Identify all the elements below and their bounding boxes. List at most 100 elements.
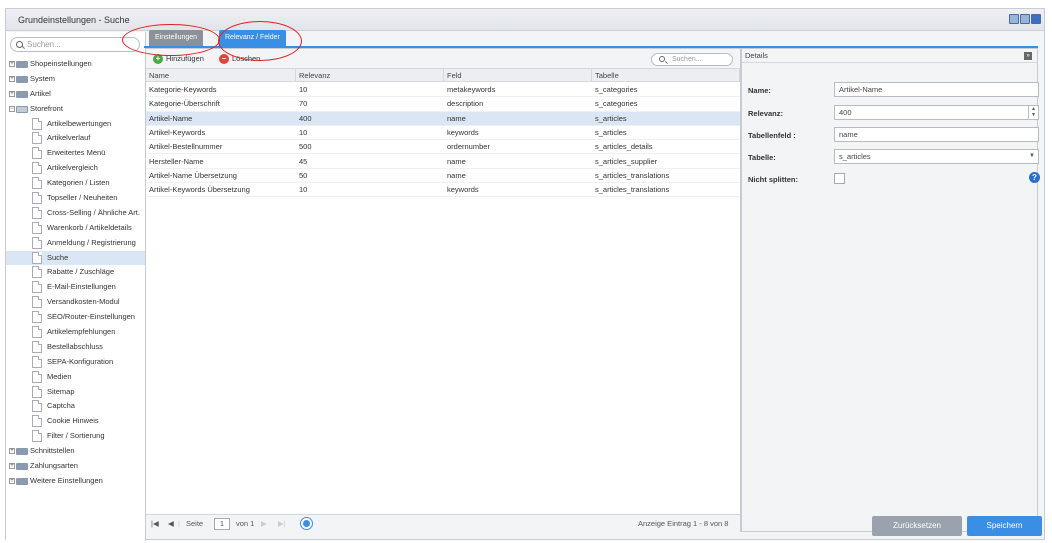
reset-button[interactable]: Zurücksetzen	[872, 516, 962, 536]
add-button[interactable]: + Hinzufügen	[152, 52, 204, 66]
table-row[interactable]: Artikel-Bestellnummer 500 ordernumber s_art…	[146, 140, 740, 155]
column-header-tabelle[interactable]: Tabelle	[592, 69, 740, 82]
help-icon[interactable]: ?	[1029, 172, 1040, 183]
sidebar-item[interactable]: Artikelempfehlungen	[6, 325, 145, 340]
maximize-icon[interactable]	[1020, 14, 1030, 24]
relevanz-label: Relevanz:	[748, 109, 784, 118]
document-icon	[32, 192, 42, 205]
cell-relevanz: 70	[299, 99, 308, 109]
sidebar-item[interactable]: Captcha	[6, 399, 145, 414]
page-label: Seite	[186, 519, 204, 528]
sidebar-item[interactable]: Bestellabschluss	[6, 340, 145, 355]
table-row[interactable]: Kategorie-Keywords 10 metakeywords s_catego…	[146, 83, 740, 98]
sidebar-item[interactable]: Artikelverlauf	[6, 131, 145, 146]
cell-relevanz: 10	[299, 127, 308, 137]
expand-toggle-icon[interactable]: +	[9, 448, 15, 455]
sidebar-item[interactable]: + Weitere Einstellungen	[6, 474, 145, 489]
tabelle-select[interactable]: s_articles ▼	[834, 149, 1039, 164]
sidebar-item[interactable]: SEPA-Konfiguration	[6, 355, 145, 370]
add-button-label: Hinzufügen	[166, 54, 204, 63]
table-row[interactable]: Artikel-Name Übersetzung 50 name s_articles…	[146, 169, 740, 184]
cell-tabelle: s_articles	[595, 127, 627, 137]
grid-toolbar: + Hinzufügen – Löschen Suchen...	[146, 49, 740, 69]
expand-toggle-icon[interactable]: +	[9, 463, 15, 470]
cell-tabelle: s_categories	[595, 85, 638, 94]
sidebar-item[interactable]: Kategorien / Listen	[6, 176, 145, 191]
sidebar-item[interactable]: Cookie Hinweis	[6, 414, 145, 429]
tab-einstellungen[interactable]: Einstellungen	[149, 30, 204, 46]
save-button[interactable]: Speichern	[967, 516, 1042, 536]
table-row[interactable]: Kategorie-Überschrift 70 description s_cate…	[146, 97, 740, 112]
folder-icon	[16, 75, 28, 83]
sidebar-item[interactable]: + Shopeinstellungen	[6, 57, 145, 72]
grid-search-input[interactable]: Suchen...	[651, 53, 733, 66]
sidebar-item[interactable]: Topseller / Neuheiten	[6, 191, 145, 206]
table-row[interactable]: Hersteller-Name 45 name s_articles_supplier	[146, 155, 740, 169]
cell-relevanz: 500	[299, 142, 312, 152]
relevanz-field[interactable]: 400 ▲ ▼	[834, 105, 1039, 120]
sidebar-item[interactable]: SEO/Router-Einstellungen	[6, 310, 145, 325]
next-page-icon[interactable]: ▶	[261, 515, 267, 532]
cell-relevanz: 45	[299, 156, 308, 166]
collapse-toggle-icon[interactable]: −	[9, 105, 15, 112]
sidebar: Suchen... + Shopeinstellungen + System + Arti…	[6, 32, 146, 541]
sidebar-item[interactable]: Artikelbewertungen	[6, 117, 145, 132]
document-icon	[32, 162, 42, 175]
name-field[interactable]: Artikel-Name	[834, 82, 1039, 97]
tabelle-value: s_articles	[839, 152, 871, 161]
tab-relevanz-felder[interactable]: Relevanz / Felder	[219, 30, 286, 46]
sidebar-item[interactable]: Medien	[6, 370, 145, 385]
table-row[interactable]: Artikel-Keywords 10 keywords s_articles	[146, 126, 740, 141]
tabellenfeld-field[interactable]: name	[834, 127, 1039, 142]
sidebar-item[interactable]: + System	[6, 72, 145, 87]
nicht-splitten-label: Nicht splitten:	[748, 175, 798, 184]
table-row[interactable]: Artikel-Name 400 name s_articles	[146, 111, 740, 126]
cell-name: Artikel-Name	[149, 113, 193, 123]
prev-page-icon[interactable]: ◀	[168, 515, 174, 532]
sidebar-item[interactable]: Warenkorb / Artikeldetails	[6, 221, 145, 236]
sidebar-item[interactable]: Erweitertes Menü	[6, 146, 145, 161]
expand-toggle-icon[interactable]: +	[9, 477, 15, 484]
sidebar-item[interactable]: Suche	[6, 250, 145, 266]
sidebar-item[interactable]: Rabatte / Zuschläge	[6, 265, 145, 280]
column-header-name[interactable]: Name	[146, 69, 296, 82]
delete-button[interactable]: – Löschen	[218, 52, 260, 66]
expand-toggle-icon[interactable]: +	[9, 75, 15, 82]
last-page-icon[interactable]: ▶|	[278, 515, 286, 532]
refresh-icon[interactable]	[301, 518, 312, 529]
expand-toggle-icon[interactable]: +	[9, 61, 15, 67]
sidebar-item[interactable]: Sitemap	[6, 385, 145, 400]
sidebar-item-label: Warenkorb / Artikeldetails	[47, 222, 132, 232]
document-icon	[32, 430, 42, 443]
first-page-icon[interactable]: |◀	[151, 515, 159, 532]
sidebar-item[interactable]: Anmeldung / Registrierung	[6, 236, 145, 251]
sidebar-item-label: Artikelbewertungen	[47, 118, 112, 128]
sidebar-item[interactable]: E-Mail-Einstellungen	[6, 280, 145, 295]
sidebar-item[interactable]: Artikelvergleich	[6, 161, 145, 176]
plus-icon: +	[153, 54, 163, 64]
close-icon[interactable]	[1031, 14, 1041, 24]
sidebar-item[interactable]: Versandkosten-Modul	[6, 295, 145, 310]
expand-toggle-icon[interactable]: +	[9, 90, 15, 97]
minimize-icon[interactable]	[1009, 14, 1019, 24]
sidebar-search-input[interactable]: Suchen...	[10, 37, 140, 52]
cell-feld: keywords	[447, 185, 479, 195]
nicht-splitten-checkbox[interactable]	[834, 173, 845, 184]
chevron-down-icon[interactable]: ▼	[1026, 150, 1038, 163]
page-number-input[interactable]: 1	[214, 518, 230, 530]
sidebar-item[interactable]: + Schnittstellen	[6, 444, 145, 459]
name-label: Name:	[748, 86, 771, 95]
document-icon	[32, 400, 42, 413]
sidebar-item[interactable]: + Zahlungsarten	[6, 459, 145, 474]
collapse-icon[interactable]: »	[1024, 52, 1032, 60]
sidebar-item[interactable]: + Artikel	[6, 87, 145, 102]
sidebar-item[interactable]: − Storefront	[6, 102, 145, 117]
tabellenfeld-label: Tabellenfeld :	[748, 131, 796, 140]
table-row[interactable]: Artikel-Keywords Übersetzung 10 keywords s_…	[146, 183, 740, 198]
sidebar-item[interactable]: Cross-Selling / Ähnliche Art.	[6, 206, 145, 221]
sidebar-item[interactable]: Filter / Sortierung	[6, 429, 145, 444]
column-header-feld[interactable]: Feld	[444, 69, 592, 82]
column-header-relevanz[interactable]: Relevanz	[296, 69, 444, 82]
document-icon	[32, 311, 42, 324]
spinner-icon[interactable]: ▲ ▼	[1028, 106, 1038, 119]
